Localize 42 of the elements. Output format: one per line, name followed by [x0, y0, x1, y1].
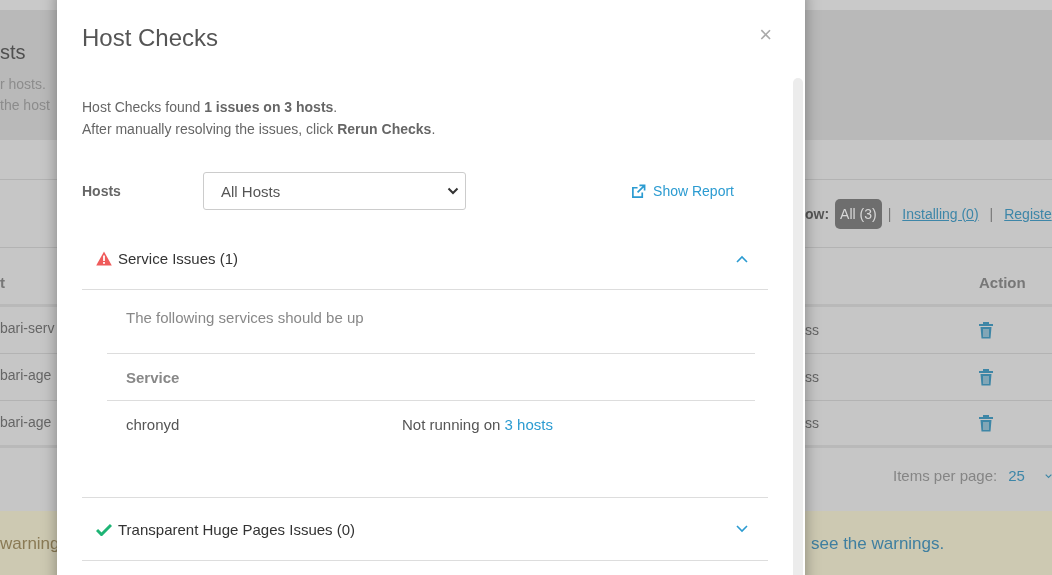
trash-icon[interactable] — [978, 321, 994, 339]
check-icon — [96, 522, 112, 536]
dialog-title: Host Checks — [82, 24, 219, 52]
table-cell: ss — [805, 415, 819, 431]
section-header[interactable]: Transparent Huge Pages Issues (0) — [82, 498, 768, 560]
table-cell: bari-serv — [0, 320, 55, 336]
filter-link[interactable]: All (3) — [835, 198, 882, 229]
separator: | — [887, 205, 892, 222]
filter-label: ow: — [805, 205, 830, 222]
warning-icon — [96, 251, 112, 266]
table-cell: Not running on 3 hosts — [402, 415, 553, 433]
table-cell-text: chronyd — [126, 415, 181, 433]
column-header: t — [0, 274, 5, 291]
section-header[interactable]: Service Issues (1) — [82, 228, 768, 290]
table-cell: bari-age — [0, 414, 52, 430]
warnings-link[interactable]: see the warnings. — [811, 533, 945, 553]
column-header: Action — [979, 274, 1026, 291]
table-cell: bari-age — [0, 367, 52, 383]
external-link-icon — [631, 183, 647, 199]
message-text: After manually resolving the issues, click Rerun Checks. — [82, 120, 437, 139]
items-per-page-select[interactable]: 25 — [1008, 467, 1025, 484]
collapse-icon — [736, 254, 748, 263]
hosts-link[interactable]: 3 hosts — [504, 415, 553, 433]
column-header: Service — [126, 368, 181, 386]
table-cell: ss — [805, 322, 819, 338]
hosts-select[interactable]: All Hosts — [203, 172, 466, 210]
page-title: sts — [0, 41, 27, 64]
trash-icon[interactable] — [978, 368, 994, 386]
items-per-page-label: Items per page: — [893, 467, 998, 484]
separator: | — [989, 205, 994, 222]
chevron-icon — [447, 187, 459, 195]
table-cell: ss — [805, 369, 819, 385]
message-text: Host Checks found 1 issues on 3 hosts. — [82, 98, 339, 117]
expand-icon — [736, 525, 748, 533]
filter-link[interactable]: Registe — [999, 198, 1052, 229]
trash-icon[interactable] — [978, 414, 994, 432]
close-button[interactable]: × — [753, 22, 778, 48]
section-description: The following services should be up — [107, 309, 755, 354]
filter-link[interactable]: Installing (0) — [897, 198, 984, 229]
hosts-label: Hosts — [82, 183, 122, 199]
chevron-icon — [1044, 472, 1052, 479]
show-report-link[interactable]: Show Report — [631, 183, 734, 199]
